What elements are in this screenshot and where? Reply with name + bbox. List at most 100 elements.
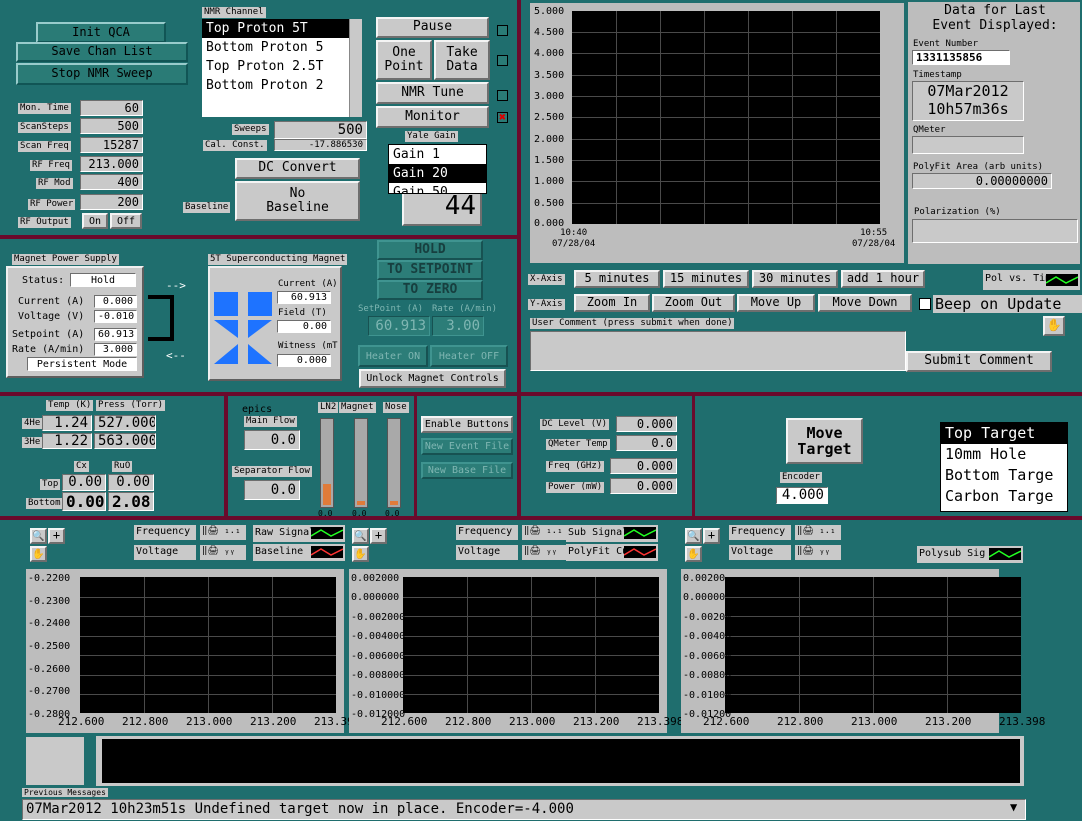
encoder-label: Encoder [780,472,822,483]
axis-format-icon[interactable]: ‖🖨 ᵧᵧ [200,545,246,560]
new-event-file-button[interactable]: New Event File [421,438,513,455]
list-item[interactable]: Top Proton 2.5T [202,57,362,76]
plus-icon[interactable]: + [703,528,720,544]
heater-on-button[interactable]: Heater ON [358,345,428,367]
init-qca-button[interactable]: Init QCA [36,22,166,43]
scan-freq-field[interactable]: 15287 [80,137,143,153]
plus-icon[interactable]: + [48,528,65,544]
axis-format-icon[interactable]: ‖🖨 ₁.₁ [795,525,841,540]
list-item[interactable]: Bottom Proton 2 [202,76,362,95]
axis-format-icon[interactable]: ‖🖨 ₁.₁ [522,525,568,540]
rf-freq-field[interactable]: 213.000 [80,156,143,172]
rf-on-button[interactable]: On [82,213,108,229]
axis-format-icon[interactable]: ‖🖨 ᵧᵧ [795,545,841,560]
nmr-tune-button[interactable]: NMR Tune [376,82,489,104]
take-data-checkbox[interactable] [497,55,508,66]
he3-label: 3He [22,437,43,448]
previous-messages-field[interactable]: 07Mar2012 10h23m51s Undefined target now… [22,799,1026,820]
scan-steps-label: ScanSteps [18,122,71,133]
move-down-button[interactable]: Move Down [818,294,912,312]
rf-mod-field[interactable]: 400 [80,174,143,190]
zoom-tool-icon[interactable]: 🔍 [685,528,702,544]
y-tick: 0.000000 [351,592,400,604]
mon-time-field[interactable]: 60 [80,100,143,116]
monitor-checkbox[interactable]: ✖ [497,111,508,123]
monitor-button[interactable]: Monitor [376,106,489,128]
pause-button[interactable]: Pause [376,17,489,38]
axis-format-icon[interactable]: ‖🖨 ₁.₁ [200,525,246,540]
y-tick: 0.500 [534,198,565,209]
legend-label: Sub Signal [568,527,629,538]
move-up-button[interactable]: Move Up [737,294,815,312]
rf-output-label: RF Output [18,217,71,228]
mps-current-label: Current (A) [18,296,85,307]
list-item[interactable]: Bottom Proton 5 [202,38,362,57]
y-tick: -0.00600 [683,650,732,662]
list-item[interactable]: Gain 50 [389,183,486,193]
legend-entry: PolyFit Curve [566,544,658,561]
heater-off-button[interactable]: Heater OFF [430,345,508,367]
to-zero-button[interactable]: TO ZERO [377,280,483,300]
frequency-label: Frequency [134,525,196,540]
save-chan-list-button[interactable]: Save Chan List [16,42,188,62]
sweeps-field[interactable]: 500 [274,121,367,139]
x-tick: 212.800 [445,715,492,728]
zoom-out-button[interactable]: Zoom Out [652,294,735,312]
axis-format-icon[interactable]: ‖🖨 ᵧᵧ [522,545,568,560]
x-tick: 213.200 [250,715,297,728]
nmr-tune-checkbox[interactable] [497,90,508,101]
scan-steps-field[interactable]: 500 [80,118,143,134]
dc-convert-button[interactable]: DC Convert [235,158,360,179]
plus-icon[interactable]: + [370,528,387,544]
rf-off-button[interactable]: Off [110,213,142,229]
mps-rate-field[interactable]: 3.000 [94,343,137,356]
chevron-down-icon[interactable]: ▼ [1010,801,1017,813]
to-setpoint-button[interactable]: TO SETPOINT [377,260,483,280]
hand-tool-icon[interactable]: ✋ [30,546,47,562]
mps-setpoint-field[interactable]: 60.913 [94,328,137,341]
zoom-tool-icon[interactable]: 🔍 [352,528,369,544]
divider [0,235,519,239]
hold-setpoint-label: SetPoint (A) [358,304,424,314]
beep-checkbox[interactable] [919,298,931,310]
submit-comment-button[interactable]: Submit Comment [906,351,1052,372]
one-point-button[interactable]: One Point [376,40,432,80]
x-tick: 213.000 [509,715,556,728]
list-item[interactable]: 10mm Hole [941,444,1067,465]
pause-checkbox[interactable] [497,25,508,36]
list-item[interactable]: Gain 20 [389,164,486,183]
x-add-hour-button[interactable]: add 1 hour [841,270,925,288]
list-scrollbar[interactable] [349,19,362,117]
stop-nmr-sweep-button[interactable]: Stop NMR Sweep [16,63,188,85]
hold-button[interactable]: HOLD [377,240,483,260]
list-item[interactable]: Top Proton 5T [202,19,362,38]
hand-tool-icon[interactable]: ✋ [685,546,702,562]
x-tick-left: 10:40 07/28/04 [552,228,596,249]
no-baseline-button[interactable]: No Baseline [235,181,360,221]
scm-title: 5T Superconducting Magnet [208,254,348,265]
unlock-magnet-button[interactable]: Unlock Magnet Controls [359,369,506,388]
list-item[interactable]: Gain 1 [389,145,486,164]
rf-freq-label: RF Freq [30,160,72,171]
list-item[interactable]: Top Target [941,423,1067,444]
yale-gain-list[interactable]: Gain 1 Gain 20 Gain 50 [388,144,487,194]
x-5min-button[interactable]: 5 minutes [574,270,660,288]
list-item[interactable]: Bottom Targe [941,465,1067,486]
target-list[interactable]: Top Target 10mm Hole Bottom Targe Carbon… [940,422,1068,512]
nmr-channel-list[interactable]: Top Proton 5T Bottom Proton 5 Top Proton… [202,19,362,117]
move-target-button[interactable]: Move Target [786,418,863,464]
take-data-button[interactable]: Take Data [434,40,490,80]
new-base-file-button[interactable]: New Base File [421,462,513,479]
rf-power-field[interactable]: 200 [80,194,143,210]
hand-tool-icon[interactable]: ✋ [1043,316,1065,336]
zoom-in-button[interactable]: Zoom In [574,294,650,312]
zoom-tool-icon[interactable]: 🔍 [30,528,47,544]
nose-value: 0.0 [385,509,400,518]
user-comment-label: User Comment (press submit when done) [530,318,735,329]
x-15min-button[interactable]: 15 minutes [663,270,749,288]
hand-tool-icon[interactable]: ✋ [352,546,369,562]
enable-buttons-button[interactable]: Enable Buttons [421,416,513,433]
x-30min-button[interactable]: 30 minutes [752,270,838,288]
list-item[interactable]: Carbon Targe [941,486,1067,507]
user-comment-input[interactable] [530,331,906,371]
